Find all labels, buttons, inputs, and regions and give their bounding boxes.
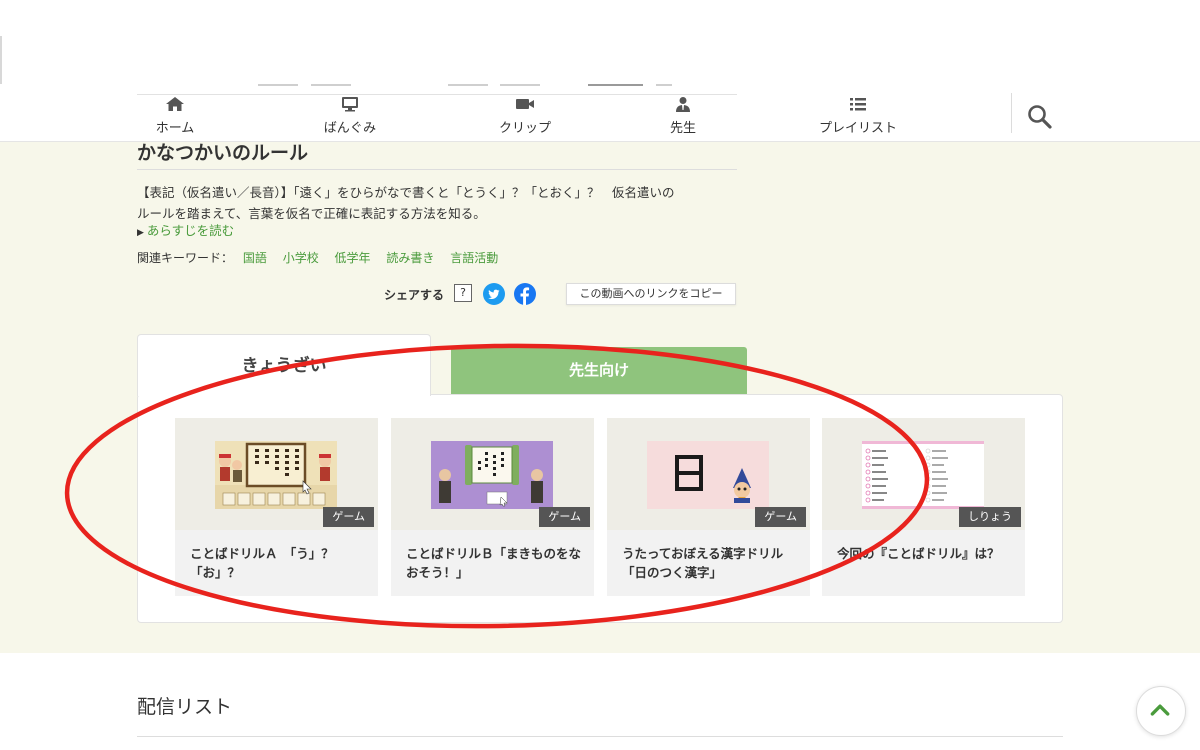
nav-divider	[1011, 93, 1012, 133]
material-card[interactable]: ゲーム うたっておぼえる漢字ドリル「日のつく漢字」	[607, 418, 810, 596]
share-help-button[interactable]: ?	[454, 284, 472, 302]
kotoba-drill-b-thumbnail	[431, 441, 553, 509]
card-title: ことばドリルＢ「まきものをなおそう！」	[406, 546, 582, 580]
card-badge: しりょう	[959, 507, 1021, 527]
keyword-list: 関連キーワード： 国語 小学校 低学年 読み書き 言語活動	[137, 249, 498, 266]
delivery-list-divider	[137, 736, 1063, 737]
nav-top-rule	[137, 94, 737, 95]
twitter-icon	[488, 289, 500, 300]
card-title: うたっておぼえる漢字ドリル「日のつく漢字」	[622, 546, 784, 580]
keyword-link[interactable]: 小学校	[283, 251, 319, 265]
nav-item-bangumi[interactable]: ばんぐみ	[290, 96, 410, 140]
keyword-link[interactable]: 読み書き	[386, 251, 434, 265]
card-badge: ゲーム	[539, 507, 590, 527]
title-divider	[137, 169, 737, 170]
list-icon	[850, 98, 866, 111]
card-title: ことばドリルＡ 「う」？「お」？	[190, 546, 334, 580]
kotoba-drill-sheet-thumbnail	[862, 441, 984, 509]
keywords-label: 関連キーワード：	[137, 251, 234, 265]
delivery-list-heading: 配信リスト	[137, 696, 233, 718]
search-icon	[1028, 105, 1052, 129]
kotoba-drill-a-thumbnail	[215, 441, 337, 509]
card-title: 今回の『ことばドリル』は？	[837, 546, 1000, 561]
nav-label-home: ホーム	[155, 121, 195, 136]
program-title: かなつかいのルール	[137, 142, 309, 164]
submenu-underlines	[0, 82, 1200, 88]
material-card[interactable]: ゲーム ことばドリルＢ「まきものをなおそう！」	[391, 418, 594, 596]
nav-item-clip[interactable]: クリップ	[465, 96, 585, 140]
nav-item-home[interactable]: ホーム	[115, 96, 235, 140]
synopsis-link-label: あらすじを読む	[146, 223, 235, 238]
chevron-up-icon	[1150, 704, 1170, 716]
card-badge: ゲーム	[755, 507, 806, 527]
facebook-share-button[interactable]	[514, 283, 536, 305]
keyword-link[interactable]: 低学年	[335, 251, 371, 265]
material-card[interactable]: ゲーム ことばドリルＡ 「う」？「お」？	[175, 418, 378, 596]
teacher-icon	[676, 97, 690, 112]
nav-item-playlist[interactable]: プレイリスト	[798, 96, 918, 140]
facebook-icon	[520, 287, 530, 305]
keyword-link[interactable]: 国語	[243, 251, 267, 265]
back-to-top-button[interactable]	[1136, 686, 1186, 736]
triangle-right-icon: ▶	[137, 228, 144, 238]
nav-item-teacher[interactable]: 先生	[623, 96, 743, 140]
tab-for-teachers[interactable]: 先生向け	[451, 347, 747, 394]
card-badge: ゲーム	[323, 507, 374, 527]
search-button[interactable]	[1026, 103, 1054, 131]
synopsis-link[interactable]: ▶ あらすじを読む	[137, 220, 234, 239]
keyword-link[interactable]: 言語活動	[450, 251, 498, 265]
nav-label-clip: クリップ	[498, 121, 551, 136]
share-label: シェアする	[384, 288, 445, 302]
video-camera-icon	[516, 99, 534, 109]
program-description: 【表記（仮名遣い／長音）】「遠く」をひらがなで書くと「とうく」？「とおく」？ 仮…	[137, 185, 675, 221]
tab-kyouzai[interactable]: きょうざい	[137, 334, 431, 396]
twitter-share-button[interactable]	[483, 283, 505, 305]
scrollbar-edge	[0, 36, 2, 84]
material-card[interactable]: しりょう 今回の『ことばドリル』は？	[822, 418, 1025, 596]
nav-label-bangumi: ばんぐみ	[323, 121, 377, 136]
nav-label-playlist: プレイリスト	[818, 121, 897, 136]
site-header: ホーム ばんぐみ クリップ 先生 プレイリスト	[0, 0, 1200, 142]
kanji-drill-thumbnail	[647, 441, 769, 509]
nav-label-teacher: 先生	[669, 121, 696, 136]
copy-link-button[interactable]: この動画へのリンクをコピー	[566, 283, 736, 305]
global-nav: ホーム ばんぐみ クリップ 先生 プレイリスト	[0, 96, 1000, 140]
home-icon	[166, 97, 184, 111]
tv-icon	[342, 97, 358, 112]
